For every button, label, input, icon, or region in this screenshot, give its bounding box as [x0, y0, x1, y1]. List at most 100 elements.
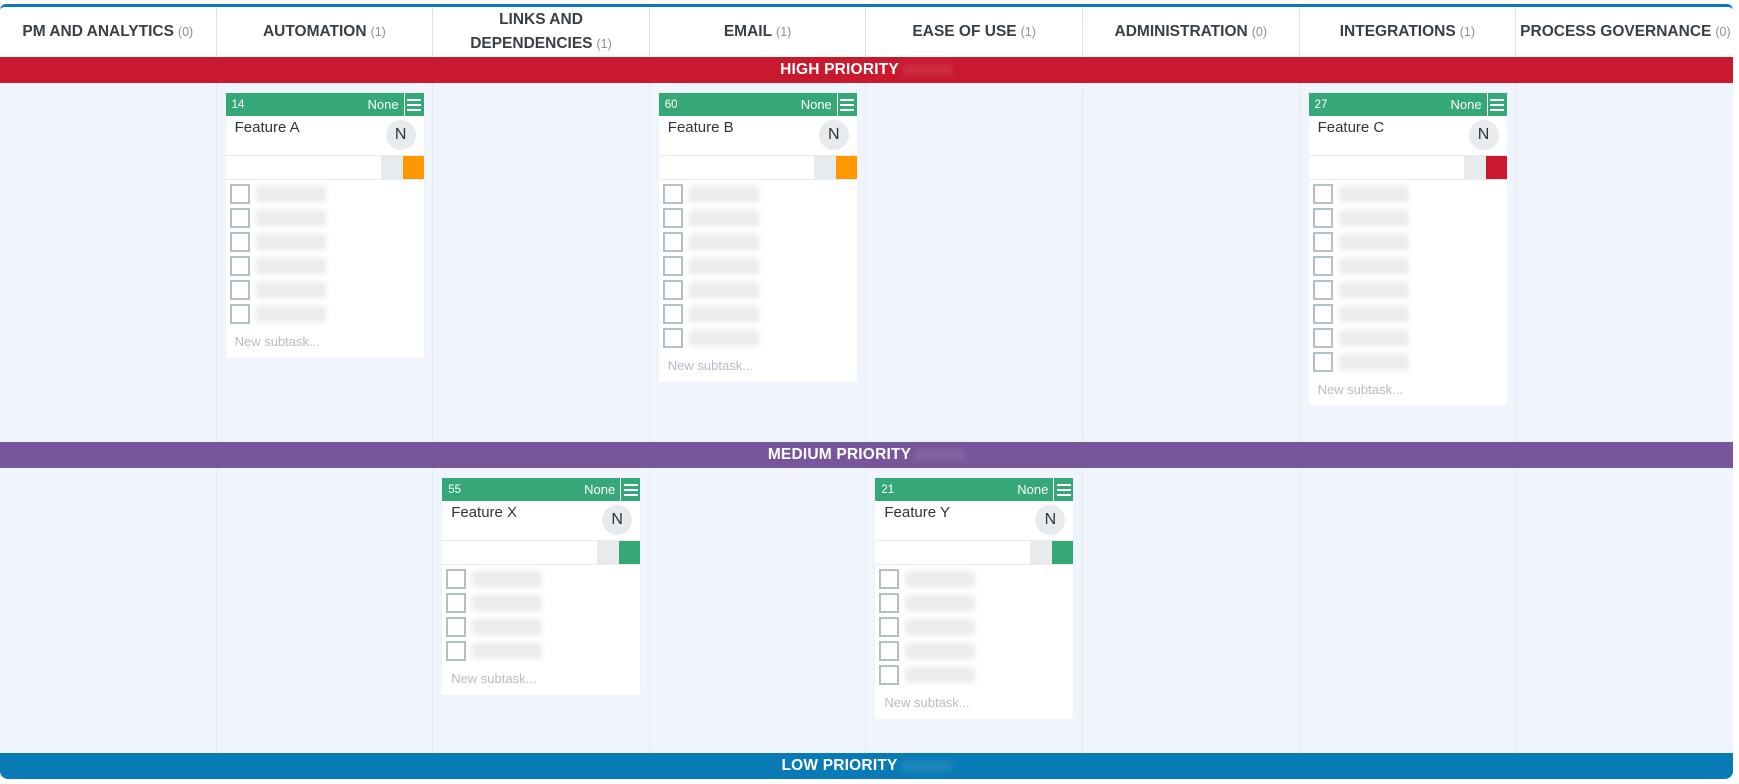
subtask-checkbox[interactable]	[229, 256, 250, 276]
swimlane-medium-priority[interactable]: MEDIUM PRIORITY	[0, 442, 1733, 468]
card-tag-row	[875, 541, 1074, 565]
subtask-checkbox[interactable]	[662, 256, 683, 276]
subtask-checkbox[interactable]	[446, 617, 467, 637]
new-subtask-input[interactable]: New subtask...	[442, 663, 640, 695]
subtask-checkbox[interactable]	[1312, 232, 1333, 252]
subtask-checkbox[interactable]	[662, 232, 683, 252]
card-tag-placeholder[interactable]	[1030, 541, 1053, 564]
subtask-checkbox[interactable]	[229, 184, 250, 204]
subtask-checkbox[interactable]	[879, 593, 900, 613]
task-card[interactable]: 60 None Feature B N New subtask...	[658, 93, 857, 382]
column-count: (1)	[596, 37, 612, 51]
avatar[interactable]: N	[1035, 505, 1066, 535]
avatar[interactable]: N	[818, 120, 849, 150]
avatar[interactable]: N	[385, 120, 416, 150]
card-title[interactable]: Feature C	[1318, 119, 1385, 136]
subtask-checkbox[interactable]	[1312, 256, 1333, 276]
task-card[interactable]: 14 None Feature A N New subtask...	[225, 93, 424, 358]
swimlane-label: MEDIUM PRIORITY	[767, 446, 912, 463]
card-tag-placeholder[interactable]	[597, 541, 620, 564]
column-header-automation[interactable]: AUTOMATION (1)	[217, 7, 434, 57]
new-subtask-input[interactable]: New subtask...	[659, 350, 857, 382]
column-count: (0)	[1715, 25, 1731, 39]
column-header-integrations[interactable]: INTEGRATIONS (1)	[1300, 7, 1517, 57]
subtask-checkbox[interactable]	[229, 208, 250, 228]
card-priority-tag[interactable]	[619, 541, 641, 564]
subtask-checkbox[interactable]	[662, 304, 683, 324]
hamburger-menu-icon[interactable]	[1053, 478, 1073, 501]
lane-cell	[0, 83, 217, 442]
card-priority-tag[interactable]	[402, 156, 424, 179]
swimlane-high-priority[interactable]: HIGH PRIORITY	[0, 57, 1733, 83]
avatar[interactable]: N	[1468, 120, 1499, 150]
subtask-item	[875, 567, 1073, 591]
card-status[interactable]: None	[801, 97, 837, 112]
subtask-checkbox[interactable]	[879, 641, 900, 661]
card-title-row: Feature C N	[1308, 116, 1507, 156]
column-header-administration[interactable]: ADMINISTRATION (0)	[1083, 7, 1300, 57]
subtask-checkbox[interactable]	[1312, 352, 1333, 372]
card-tag-placeholder[interactable]	[380, 156, 403, 179]
new-subtask-input[interactable]: New subtask...	[226, 326, 424, 358]
subtask-checkbox[interactable]	[879, 617, 900, 637]
task-card[interactable]: 55 None Feature X N New subtask...	[442, 478, 641, 695]
card-status[interactable]: None	[1017, 482, 1053, 497]
card-title[interactable]: Feature B	[668, 119, 734, 136]
column-header-row: PM AND ANALYTICS (0) AUTOMATION (1) LINKS …	[0, 7, 1733, 58]
new-subtask-input[interactable]: New subtask...	[1309, 374, 1507, 406]
column-header-ease-of-use[interactable]: EASE OF USE (1)	[866, 7, 1083, 57]
column-title: PROCESS GOVERNANCE	[1520, 23, 1712, 40]
subtask-text-redacted	[255, 306, 326, 322]
card-title[interactable]: Feature A	[235, 119, 300, 136]
column-header-process-governance[interactable]: PROCESS GOVERNANCE (0)	[1516, 7, 1733, 57]
hamburger-menu-icon[interactable]	[1486, 93, 1507, 116]
subtask-checkbox[interactable]	[879, 569, 900, 589]
subtask-checkbox[interactable]	[662, 328, 683, 348]
card-priority-tag[interactable]	[1485, 156, 1507, 179]
column-header-email[interactable]: EMAIL (1)	[650, 7, 867, 57]
new-subtask-input[interactable]: New subtask...	[875, 687, 1073, 719]
subtask-checkbox[interactable]	[229, 232, 250, 252]
task-card[interactable]: 21 None Feature Y N New subtask...	[875, 478, 1074, 719]
swimlane-count-redacted	[915, 449, 966, 461]
subtask-checkbox[interactable]	[446, 641, 467, 661]
column-title: EMAIL	[723, 23, 773, 40]
card-status[interactable]: None	[584, 482, 620, 497]
subtask-checkbox[interactable]	[1312, 184, 1333, 204]
avatar[interactable]: N	[602, 505, 633, 535]
subtask-checkbox[interactable]	[662, 280, 683, 300]
subtask-checkbox[interactable]	[446, 569, 467, 589]
subtask-checkbox[interactable]	[662, 208, 683, 228]
hamburger-menu-icon[interactable]	[403, 93, 424, 116]
column-count: (1)	[776, 25, 792, 39]
subtask-checkbox[interactable]	[1312, 328, 1333, 348]
card-tag-placeholder[interactable]	[813, 156, 836, 179]
card-title-row: Feature Y N	[875, 501, 1074, 541]
subtask-checkbox[interactable]	[1312, 280, 1333, 300]
swimlane-low-priority[interactable]: LOW PRIORITY	[0, 753, 1733, 779]
subtask-checkbox[interactable]	[446, 593, 467, 613]
card-title[interactable]: Feature X	[451, 504, 517, 521]
subtask-text-redacted	[905, 667, 976, 683]
hamburger-menu-icon[interactable]	[836, 93, 857, 116]
card-title[interactable]: Feature Y	[884, 504, 950, 521]
subtask-checkbox[interactable]	[229, 304, 250, 324]
card-priority-tag[interactable]	[835, 156, 857, 179]
subtask-checkbox[interactable]	[1312, 208, 1333, 228]
column-title: AUTOMATION	[262, 23, 367, 40]
card-tag-placeholder[interactable]	[1463, 156, 1486, 179]
card-status[interactable]: None	[1450, 97, 1486, 112]
card-status[interactable]: None	[368, 97, 404, 112]
subtask-item	[659, 230, 857, 254]
lane-cell: 14 None Feature A N New subtask...	[217, 83, 434, 442]
subtask-checkbox[interactable]	[662, 184, 683, 204]
task-card[interactable]: 27 None Feature C N New subtask...	[1308, 93, 1507, 406]
lane-cell	[0, 468, 217, 753]
column-header-links-and-dependencies[interactable]: LINKS AND DEPENDENCIES (1)	[433, 7, 650, 57]
hamburger-menu-icon[interactable]	[620, 478, 640, 501]
subtask-checkbox[interactable]	[1312, 304, 1333, 324]
column-header-pm-and-analytics[interactable]: PM AND ANALYTICS (0)	[0, 7, 217, 57]
subtask-checkbox[interactable]	[229, 280, 250, 300]
card-priority-tag[interactable]	[1052, 541, 1074, 564]
subtask-checkbox[interactable]	[879, 665, 900, 685]
